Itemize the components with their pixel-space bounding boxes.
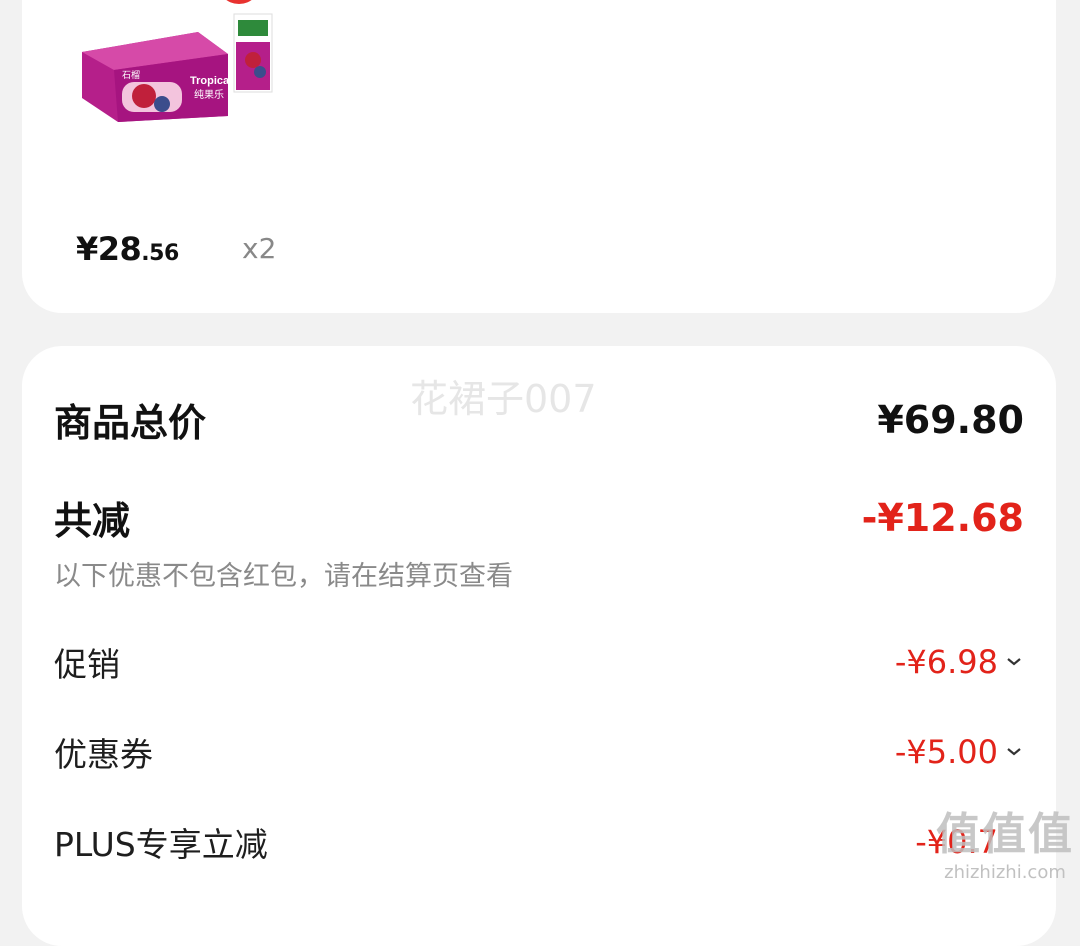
coupon-value[interactable]: -¥5.00 xyxy=(895,733,1024,771)
juice-box-product-image[interactable]: Tropicana 纯果乐 石榴 xyxy=(78,12,278,127)
plus-discount-row[interactable]: PLUS专享立减 -¥0.7 xyxy=(54,818,1024,866)
product-card: Tropicana 纯果乐 石榴 ¥28.56 x2 xyxy=(22,0,1056,313)
price-summary-card: 花裙子007 商品总价 ¥69.80 共减 -¥12.68 以下优惠不包含红包，… xyxy=(22,346,1056,946)
coupon-label: 优惠券 xyxy=(54,735,153,774)
chevron-down-icon[interactable] xyxy=(1004,745,1024,759)
discount-note: 以下优惠不包含红包，请在结算页查看 xyxy=(54,561,513,592)
coupon-amount: -¥5.00 xyxy=(894,733,998,771)
total-discount-value: -¥12.68 xyxy=(861,495,1024,540)
total-price-value: ¥69.80 xyxy=(877,397,1024,442)
promotion-value[interactable]: -¥6.98 xyxy=(895,643,1024,681)
selected-check-icon[interactable] xyxy=(217,0,261,4)
plus-discount-value: -¥0.7 xyxy=(915,823,998,861)
total-price-row: 商品总价 ¥69.80 xyxy=(54,392,1024,447)
product-quantity: x2 xyxy=(242,232,277,265)
flavor-text: 石榴 xyxy=(122,69,140,81)
promotion-amount: -¥6.98 xyxy=(894,643,998,681)
total-discount-row: 共减 -¥12.68 xyxy=(54,490,1024,545)
price-main: ¥28 xyxy=(76,230,142,268)
plus-discount-label: PLUS专享立减 xyxy=(54,825,268,864)
total-price-label: 商品总价 xyxy=(54,401,207,445)
promotion-label: 促销 xyxy=(54,645,120,684)
chevron-down-icon[interactable] xyxy=(1004,655,1024,669)
pack-text: 纯果乐 xyxy=(194,88,224,101)
product-price: ¥28.56 xyxy=(76,230,179,268)
total-discount-label: 共减 xyxy=(54,499,131,543)
coupon-row[interactable]: 优惠券 -¥5.00 xyxy=(54,728,1024,776)
price-cents: .56 xyxy=(141,241,179,266)
promotion-row[interactable]: 促销 -¥6.98 xyxy=(54,638,1024,686)
